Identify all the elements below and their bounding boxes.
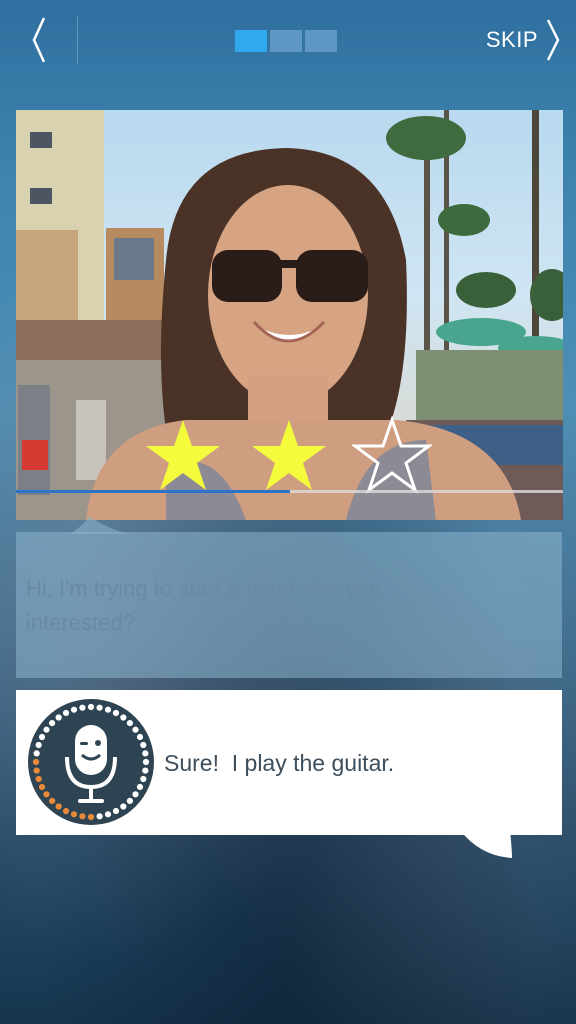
mic-level-dot: [33, 767, 40, 774]
mic-level-dot: [35, 775, 42, 783]
mic-level-dot: [62, 807, 70, 815]
mic-level-dot: [87, 813, 95, 821]
mic-level-dot: [140, 741, 147, 749]
mic-level-dot: [126, 720, 133, 727]
response-bubble-tail: [440, 830, 512, 858]
lesson-progress-indicator: [235, 30, 337, 52]
mic-level-dot: [55, 803, 62, 810]
top-bar: SKIP: [0, 0, 576, 82]
mic-level-dot: [32, 758, 40, 766]
mic-level-dot: [35, 741, 42, 749]
mic-level-dot: [132, 726, 139, 733]
skip-button[interactable]: SKIP: [486, 18, 564, 62]
mic-level-dot: [38, 733, 46, 741]
mic-level-dot: [55, 714, 62, 721]
rating-stars: [16, 110, 563, 520]
progress-segment-2: [270, 30, 302, 52]
microphone-button[interactable]: [26, 697, 156, 827]
video-timeline[interactable]: [16, 490, 563, 493]
star-filled-icon: [249, 416, 329, 494]
mic-level-dot: [96, 813, 103, 820]
mic-level-dot: [79, 704, 86, 711]
star-outline-icon: [350, 415, 434, 495]
mic-level-dot: [33, 750, 40, 757]
response-text: Sure! I play the guitar.: [164, 750, 395, 776]
prompt-bubble-tail: [70, 516, 130, 534]
chevron-left-icon: [32, 17, 46, 63]
mic-level-dot: [96, 704, 103, 711]
mic-level-dot: [87, 703, 95, 711]
mic-level-dot: [49, 720, 56, 727]
mic-level-dot: [142, 750, 149, 757]
prompt-bubble: Hi, I'm trying to start a band. Are you …: [16, 532, 562, 678]
video-timeline-progress: [16, 490, 290, 493]
mic-level-dot: [62, 709, 70, 717]
divider: [77, 16, 78, 64]
mic-level-dot: [112, 709, 120, 717]
chevron-right-icon: [546, 19, 560, 61]
mic-level-dot: [120, 714, 127, 721]
back-button[interactable]: [18, 12, 62, 68]
mic-level-dot: [104, 811, 112, 818]
mic-level-dot: [142, 767, 149, 774]
mic-level-dot: [140, 775, 147, 783]
mic-level-dot: [38, 783, 46, 791]
mic-level-dot: [136, 733, 144, 741]
mic-level-dot: [43, 791, 50, 798]
mic-level-dot: [120, 803, 127, 810]
video-player[interactable]: [16, 110, 563, 520]
mic-level-dot: [112, 807, 120, 815]
star-filled-icon: [143, 416, 223, 494]
winking-microphone-icon: [28, 699, 154, 825]
mic-level-dot: [70, 706, 78, 713]
skip-label: SKIP: [485, 27, 538, 52]
progress-segment-1: [235, 30, 267, 52]
mic-level-dot: [49, 797, 56, 804]
mic-level-dot: [79, 813, 86, 820]
mic-level-dot: [104, 706, 112, 713]
prompt-text: Hi, I'm trying to start a band. Are you …: [26, 576, 382, 635]
mic-level-dot: [126, 797, 133, 804]
mic-level-dot: [142, 758, 150, 766]
mic-level-dot: [136, 783, 144, 791]
progress-segment-3: [305, 30, 337, 52]
mic-level-dot: [70, 811, 78, 818]
mic-level-dot: [132, 791, 139, 798]
mic-level-dot: [43, 726, 50, 733]
